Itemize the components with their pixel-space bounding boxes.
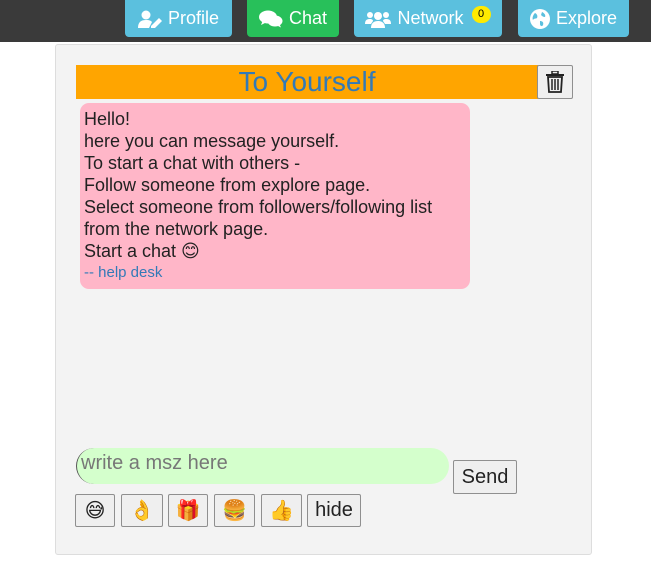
emoji-sweat-smile-button[interactable]: 😅	[75, 494, 115, 527]
users-icon	[365, 11, 392, 28]
emoji-gift-button[interactable]: 🎁	[168, 494, 208, 527]
message-line: from the network page.	[84, 219, 269, 239]
nav-profile-button[interactable]: Profile	[125, 0, 232, 37]
nav-explore-label: Explore	[555, 8, 618, 28]
chat-title: To Yourself	[76, 65, 538, 99]
message-line: Follow someone from explore page.	[84, 175, 371, 195]
nav-network-button[interactable]: Network 0	[354, 0, 502, 37]
message-line: To start a chat with others -	[84, 153, 301, 173]
message-line: here you can message yourself.	[84, 131, 340, 151]
message-line: Hello!	[84, 109, 131, 129]
top-navbar: Profile Chat Network 0 Explore	[0, 0, 651, 42]
message-input[interactable]	[76, 448, 449, 484]
nav-network-label: Network	[397, 8, 464, 28]
emoji-thumbs-up-button[interactable]: 👍	[261, 494, 302, 527]
network-count-badge: 0	[471, 6, 491, 23]
emoji-ok-hand-button[interactable]: 👌	[121, 494, 163, 527]
nav-chat-button[interactable]: Chat	[247, 0, 339, 37]
globe-icon	[529, 8, 550, 29]
comments-icon	[258, 10, 283, 27]
hide-emojis-button[interactable]: hide	[307, 494, 361, 527]
nav-profile-label: Profile	[167, 8, 220, 28]
nav-explore-button[interactable]: Explore	[518, 0, 629, 37]
message-line: Select someone from followers/following …	[84, 197, 433, 217]
delete-chat-button[interactable]	[537, 65, 573, 99]
chat-panel: To Yourself Hello! here you can message …	[55, 44, 592, 555]
emoji-burger-button[interactable]: 🍔	[214, 494, 255, 527]
send-button[interactable]: Send	[453, 460, 517, 494]
message-line: Start a chat 😊	[84, 241, 200, 261]
message-signature: -- help desk	[84, 264, 163, 281]
trash-icon	[546, 71, 564, 93]
user-edit-icon	[137, 10, 162, 28]
nav-chat-label: Chat	[288, 8, 328, 28]
message-bubble: Hello! here you can message yourself. To…	[80, 103, 470, 289]
